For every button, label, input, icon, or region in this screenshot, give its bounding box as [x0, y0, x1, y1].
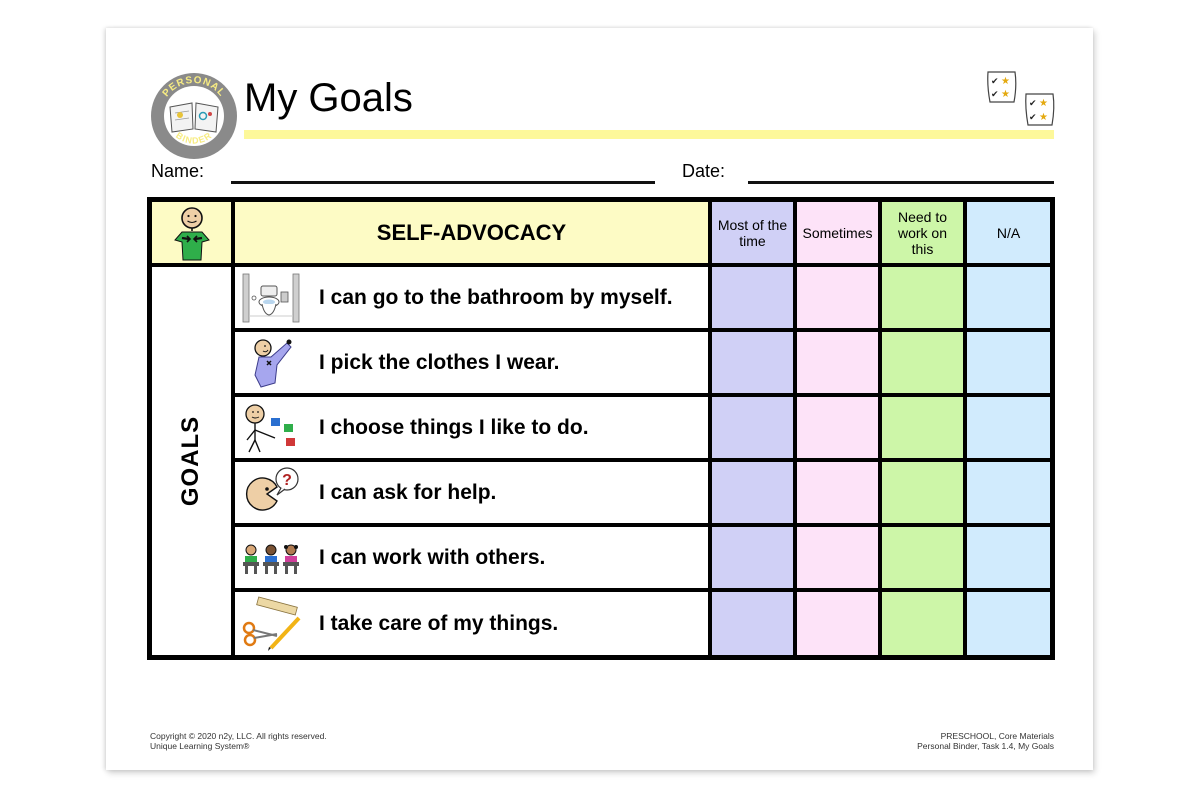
copyright-text: Copyright © 2020 n2y, LLC. All rights re…: [150, 731, 327, 741]
rating-cell-na[interactable]: [967, 267, 1050, 328]
goals-table: SELF-ADVOCACY Most of the time Sometimes…: [147, 197, 1055, 660]
checklist-stars-icon: ✔ ★ ✔ ★ ✔ ★ ✔ ★: [987, 71, 1055, 126]
rating-cell-most-of-the-time[interactable]: [712, 592, 793, 655]
category-title: SELF-ADVOCACY: [235, 202, 708, 263]
goal-row-6: I take care of my things.: [235, 592, 708, 655]
personal-binder-logo-icon: PERSONAL BINDER: [151, 73, 237, 159]
svg-text:✔: ✔: [991, 89, 999, 99]
publisher-text: Unique Learning System®: [150, 741, 250, 751]
rating-cell-na[interactable]: [967, 332, 1050, 393]
goal-row-2: I pick the clothes I wear.: [235, 332, 708, 393]
rating-cell-most-of-the-time[interactable]: [712, 267, 793, 328]
rating-cell-need-to-work-on-this[interactable]: [882, 527, 963, 588]
name-label: Name:: [151, 161, 205, 181]
work-with-others-icon: [243, 544, 299, 574]
svg-text:✔: ✔: [991, 76, 999, 86]
choose-things-icon: [245, 403, 295, 452]
column-header-most-of-the-time: Most of the time: [712, 202, 793, 263]
rating-cell-sometimes[interactable]: [797, 592, 878, 655]
date-label: Date:: [682, 161, 726, 181]
rating-cell-need-to-work-on-this[interactable]: [882, 397, 963, 458]
rating-cell-sometimes[interactable]: [797, 462, 878, 523]
course-text: PRESCHOOL, Core Materials: [940, 731, 1054, 741]
ask-for-help-icon: ?: [245, 466, 299, 511]
self-advocacy-person-icon: [173, 206, 210, 260]
rating-cell-na[interactable]: [967, 462, 1050, 523]
rating-cell-need-to-work-on-this[interactable]: [882, 267, 963, 328]
rating-cell-need-to-work-on-this[interactable]: [882, 462, 963, 523]
rating-cell-most-of-the-time[interactable]: [712, 527, 793, 588]
footer-left: Copyright © 2020 n2y, LLC. All rights re…: [150, 731, 327, 751]
goal-row-3: I choose things I like to do.: [235, 397, 708, 458]
rating-cell-most-of-the-time[interactable]: [712, 332, 793, 393]
goals-section-label: GOALS: [177, 415, 205, 507]
page-title: My Goals: [244, 76, 413, 120]
goal-text: I can go to the bathroom by myself.: [319, 285, 673, 309]
goal-row-5: I can work with others.: [235, 527, 708, 588]
title-underline: [244, 130, 1054, 139]
column-header-sometimes: Sometimes: [797, 202, 878, 263]
bathroom-toilet-icon: [242, 273, 300, 322]
goal-row-4: ? I can ask for help.: [235, 462, 708, 523]
rating-cell-need-to-work-on-this[interactable]: [882, 592, 963, 655]
rating-cell-sometimes[interactable]: [797, 527, 878, 588]
rating-cell-need-to-work-on-this[interactable]: [882, 332, 963, 393]
rating-cell-sometimes[interactable]: [797, 397, 878, 458]
rating-cell-most-of-the-time[interactable]: [712, 397, 793, 458]
date-field[interactable]: [748, 181, 1054, 184]
name-field[interactable]: [231, 181, 655, 184]
rating-cell-na[interactable]: [967, 397, 1050, 458]
svg-text:★: ★: [1001, 76, 1010, 87]
category-icon-cell: [152, 202, 231, 263]
goal-text: I take care of my things.: [319, 611, 559, 635]
svg-text:✔: ✔: [1029, 98, 1037, 108]
goal-text: I can work with others.: [319, 545, 546, 569]
school-supplies-icon: [242, 595, 301, 651]
goal-row-1: I can go to the bathroom by myself.: [235, 267, 708, 328]
svg-text:✔: ✔: [1029, 112, 1037, 122]
goal-text: I pick the clothes I wear.: [319, 350, 560, 374]
rating-cell-na[interactable]: [967, 527, 1050, 588]
rating-cell-na[interactable]: [967, 592, 1050, 655]
rating-cell-most-of-the-time[interactable]: [712, 462, 793, 523]
column-header-need-to-work-on-this: Need to work on this: [882, 202, 963, 263]
pick-clothes-icon: [254, 338, 292, 388]
goals-section-cell: GOALS: [152, 267, 231, 655]
goal-text: I can ask for help.: [319, 480, 497, 504]
rating-cell-sometimes[interactable]: [797, 267, 878, 328]
svg-text:★: ★: [1039, 98, 1048, 109]
svg-text:?: ?: [282, 472, 292, 489]
task-text: Personal Binder, Task 1.4, My Goals: [917, 741, 1054, 751]
footer-right: PRESCHOOL, Core Materials Personal Binde…: [917, 731, 1054, 751]
svg-text:★: ★: [1039, 112, 1048, 123]
svg-text:★: ★: [1001, 89, 1010, 100]
column-header-na: N/A: [967, 202, 1050, 263]
rating-cell-sometimes[interactable]: [797, 332, 878, 393]
goal-text: I choose things I like to do.: [319, 415, 589, 439]
